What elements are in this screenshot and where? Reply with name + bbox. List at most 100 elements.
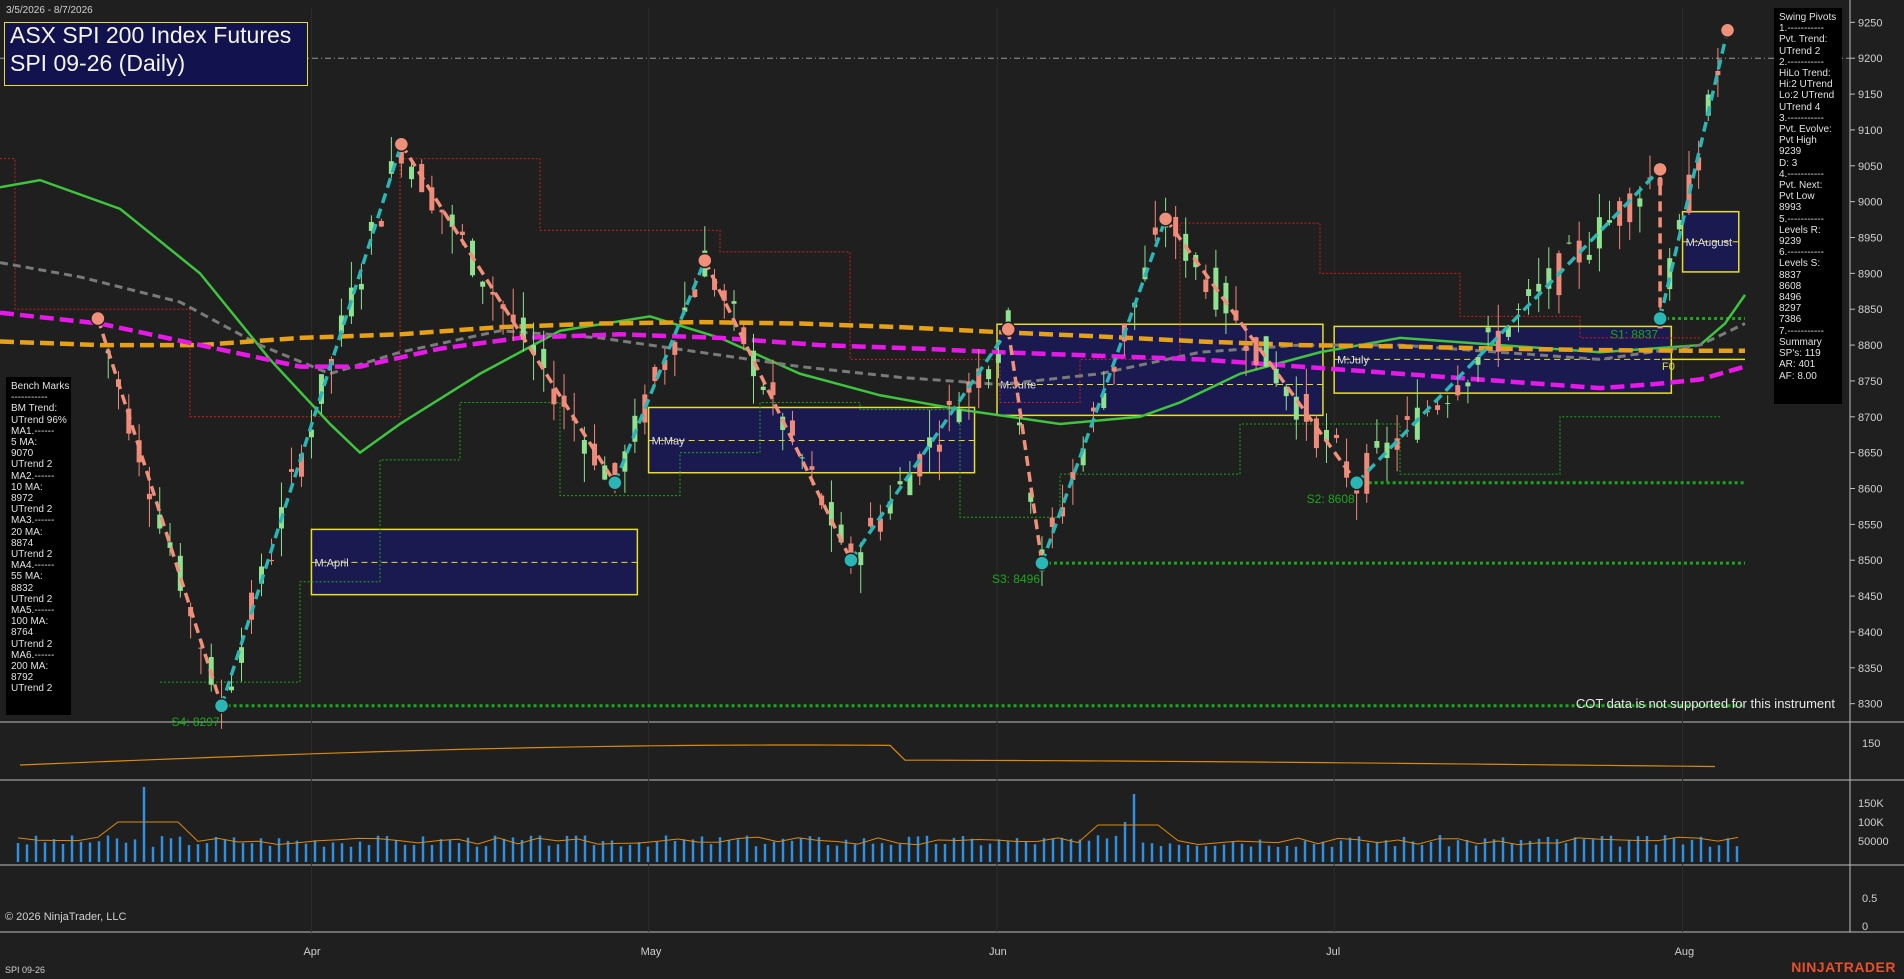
swing-pivot-line: 2.----------- bbox=[1779, 57, 1837, 68]
price-tick-label: 8800 bbox=[1858, 340, 1882, 352]
bottom-tick-label: 0.5 bbox=[1862, 893, 1877, 905]
swing-pivot-line: UTrend 4 bbox=[1779, 102, 1837, 113]
price-tick-label: 8550 bbox=[1858, 519, 1882, 531]
swing-pivot-line: SP's: 119 bbox=[1779, 348, 1837, 359]
bench-mark-line: 8764 bbox=[11, 627, 66, 638]
candle-body bbox=[1374, 441, 1379, 448]
price-tick-label: 9100 bbox=[1858, 125, 1882, 137]
candle-body bbox=[917, 454, 922, 476]
swing-pivot-line: Swing Pivots bbox=[1779, 12, 1837, 23]
swing-pivot-line: 9239 bbox=[1779, 236, 1837, 247]
support-level-label: S4: 8297 bbox=[172, 715, 220, 729]
pivot-high-marker bbox=[1653, 162, 1667, 176]
candle-body bbox=[1364, 453, 1369, 494]
pivot-low-marker bbox=[1035, 556, 1049, 570]
pivot-high-marker bbox=[1001, 322, 1015, 336]
price-tick-label: 8750 bbox=[1858, 376, 1882, 388]
price-tick-label: 8600 bbox=[1858, 484, 1882, 496]
candle-body bbox=[147, 494, 152, 499]
pivot-low-marker bbox=[1653, 312, 1667, 326]
bench-marks-panel: Bench Marks ----------- BM Trend: UTrend 96… bbox=[6, 377, 71, 715]
contract-title: SPI 09-26 (Daily) bbox=[10, 50, 185, 77]
month-label: Jun bbox=[989, 946, 1007, 958]
bench-mark-line: MA3.------ bbox=[11, 515, 66, 526]
support-level-label: S1: 8837 bbox=[1610, 328, 1658, 342]
pivot-high-marker bbox=[91, 312, 105, 326]
support-level-label: S2: 8608 bbox=[1307, 492, 1355, 506]
candle-body bbox=[996, 354, 1001, 363]
swing-pivot-line: 5.----------- bbox=[1779, 214, 1837, 225]
candle-body bbox=[1264, 336, 1269, 366]
candle-body bbox=[868, 518, 873, 527]
pivot-low-marker bbox=[1350, 476, 1364, 490]
bench-mark-line: UTrend 96% bbox=[11, 415, 66, 426]
swing-pivot-line: 8496 bbox=[1779, 292, 1837, 303]
candle-body bbox=[1567, 243, 1572, 244]
price-tick-label: 9200 bbox=[1858, 53, 1882, 65]
candle-body bbox=[800, 457, 805, 458]
swing-pivot-line: Lo:2 UTrend bbox=[1779, 90, 1837, 101]
candle-body bbox=[239, 647, 244, 663]
swing-pivot-line: 8608 bbox=[1779, 281, 1837, 292]
candle-body bbox=[1496, 331, 1501, 352]
candle-body bbox=[1637, 198, 1642, 206]
candle-body bbox=[1715, 71, 1720, 75]
bench-mark-line: 9070 bbox=[11, 448, 66, 459]
bench-mark-line: 8792 bbox=[11, 672, 66, 683]
candle-body bbox=[379, 221, 384, 227]
copyright: © 2026 NinjaTrader, LLC bbox=[5, 911, 126, 923]
bench-mark-line: 200 MA: bbox=[11, 661, 66, 672]
date-range: 3/5/2026 - 8/7/2026 bbox=[6, 5, 93, 16]
swing-pivot-line: 6.----------- bbox=[1779, 247, 1837, 258]
price-tick-label: 8700 bbox=[1858, 412, 1882, 424]
bench-mark-line: MA1.------ bbox=[11, 426, 66, 437]
bench-mark-line: 100 MA: bbox=[11, 616, 66, 627]
candle-body bbox=[692, 289, 697, 297]
swing-pivot-line: AF: 8.00 bbox=[1779, 371, 1837, 382]
ninjatrader-logo: NINJATRADER bbox=[1791, 959, 1896, 975]
candle-body bbox=[229, 686, 234, 690]
swing-pivot-line: 4.----------- bbox=[1779, 169, 1837, 180]
candle-body bbox=[1455, 385, 1460, 395]
price-tick-label: 9250 bbox=[1858, 17, 1882, 29]
candle-body bbox=[1516, 309, 1521, 310]
price-tick-label: 8850 bbox=[1858, 304, 1882, 316]
bench-mark-line: Bench Marks bbox=[11, 381, 66, 392]
price-tick-label: 9050 bbox=[1858, 161, 1882, 173]
bench-mark-line: MA6.------ bbox=[11, 650, 66, 661]
swing-pivot-line: Hi:2 UTrend bbox=[1779, 79, 1837, 90]
price-tick-label: 8300 bbox=[1858, 699, 1882, 711]
bench-mark-line: 8972 bbox=[11, 493, 66, 504]
swing-pivots-panel: Swing Pivots 1.----------- Pvt. Trend: UTre… bbox=[1774, 8, 1842, 404]
bench-mark-line: 55 MA: bbox=[11, 571, 66, 582]
pivot-low-marker bbox=[844, 553, 858, 567]
swing-pivot-line: Levels S: bbox=[1779, 258, 1837, 269]
candle-body bbox=[1244, 346, 1249, 351]
candle-body bbox=[1384, 443, 1389, 458]
bench-mark-line: ----------- bbox=[11, 392, 66, 403]
candle-body bbox=[1587, 255, 1592, 260]
volume-tick-label: 50000 bbox=[1858, 836, 1889, 848]
month-label: May bbox=[641, 946, 662, 958]
swing-pivot-line: UTrend 2 bbox=[1779, 46, 1837, 57]
swing-pivot-line: Pvt. Trend: bbox=[1779, 34, 1837, 45]
price-tick-label: 8950 bbox=[1858, 232, 1882, 244]
bottom-tick-label: 0 bbox=[1862, 921, 1868, 933]
price-tick-label: 8350 bbox=[1858, 663, 1882, 675]
candle-body bbox=[1526, 289, 1531, 296]
candle-body bbox=[1597, 217, 1602, 248]
pivot-high-marker bbox=[1159, 212, 1173, 226]
bench-mark-line: UTrend 2 bbox=[11, 549, 66, 560]
candle-body bbox=[359, 284, 364, 290]
oscillator-tick-label: 150 bbox=[1862, 738, 1880, 750]
instrument-label: SPI 09-26 bbox=[5, 965, 45, 975]
swing-pivot-line: Summary bbox=[1779, 337, 1837, 348]
candle-body bbox=[582, 440, 587, 454]
month-box-label: M:August bbox=[1686, 237, 1732, 249]
price-chart[interactable]: M:AprilM:MayM:JuneM:JulyM:August S4: 829… bbox=[0, 0, 1904, 979]
price-tick-label: 8900 bbox=[1858, 268, 1882, 280]
candle-body bbox=[1314, 418, 1319, 448]
swing-pivot-line: Pvt. Next: bbox=[1779, 180, 1837, 191]
pivot-low-marker bbox=[608, 476, 622, 490]
bench-mark-line: UTrend 2 bbox=[11, 639, 66, 650]
